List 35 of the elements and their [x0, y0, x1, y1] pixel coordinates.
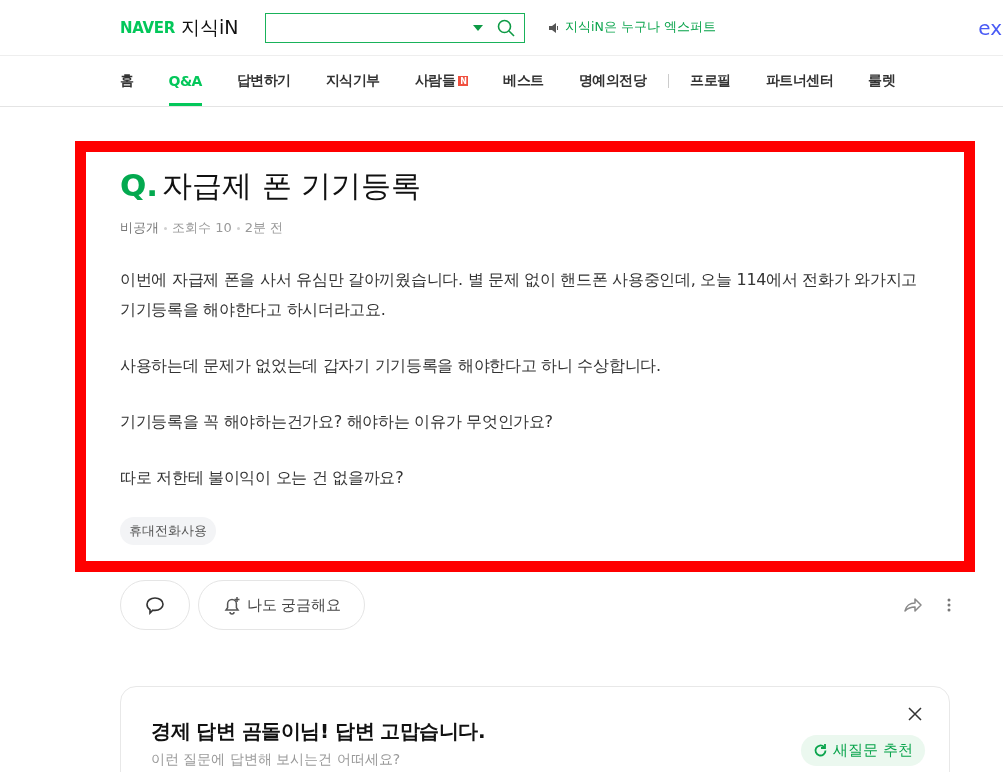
comment-button[interactable]	[120, 580, 190, 630]
nav-tab[interactable]: 베스트	[503, 56, 544, 106]
question-meta: 조회수 10	[172, 219, 232, 237]
search-field[interactable]	[265, 12, 525, 43]
nav-tab[interactable]: 파트너센터	[765, 56, 834, 106]
question-meta: 2분 전	[244, 219, 284, 237]
more-icon[interactable]	[947, 598, 951, 612]
refresh-icon	[813, 743, 829, 758]
question-mark-label: Q.	[120, 167, 159, 203]
nav-tab[interactable]: 사람들 N	[414, 56, 469, 106]
nav-tab[interactable]: 명예의전당	[578, 56, 647, 106]
promo-title: 경제 답변 곰돌이님! 답변 고맙습니다.	[151, 718, 487, 745]
question-title: 자급제 폰 기기등록	[162, 167, 422, 205]
question-paragraph: 따로 저한테 불이익이 오는 건 없을까요?	[120, 467, 405, 489]
nav-tab[interactable]: 답변하기	[236, 56, 291, 106]
service-logo[interactable]: 지식iN	[181, 14, 239, 41]
close-icon[interactable]	[908, 707, 922, 721]
speaker-icon	[549, 22, 560, 33]
nav-tab[interactable]: 지식기부	[325, 56, 380, 106]
new-badge: N	[458, 76, 469, 86]
promo-subtitle: 이런 질문에 답변해 보시는건 어떠세요?	[151, 751, 402, 769]
question-paragraph: 기기등록을 꼭 해야하는건가요? 해야하는 이유가 무엇인가요?	[120, 411, 554, 433]
speech-bubble-icon	[145, 595, 165, 615]
share-icon[interactable]	[903, 597, 923, 613]
nav-tab[interactable]: 룰렛	[868, 56, 896, 106]
question-meta: 비공개	[120, 219, 159, 237]
search-icon[interactable]	[497, 18, 515, 37]
header-link[interactable]: ex	[978, 15, 1002, 40]
tag-chip[interactable]: 휴대전화사용	[120, 517, 216, 545]
question-paragraph: 사용하는데 문제가 없었는데 갑자기 기기등록을 해야한다고 하니 수상합니다.	[120, 355, 662, 377]
nav-tab[interactable]: 프로필	[690, 56, 731, 106]
caret-icon[interactable]	[473, 24, 483, 31]
question-paragraph: 이번에 자급제 폰을 사서 유심만 갈아끼웠습니다. 별 문제 없이 핸드폰 사용중인데, 오늘 114에서 전화가 와가지고 기기등록을 해야한다고 하시더라고요.	[120, 269, 918, 321]
nav-tab[interactable]: 홈	[120, 56, 134, 106]
curious-button[interactable]: 나도 궁금해요	[198, 580, 365, 630]
